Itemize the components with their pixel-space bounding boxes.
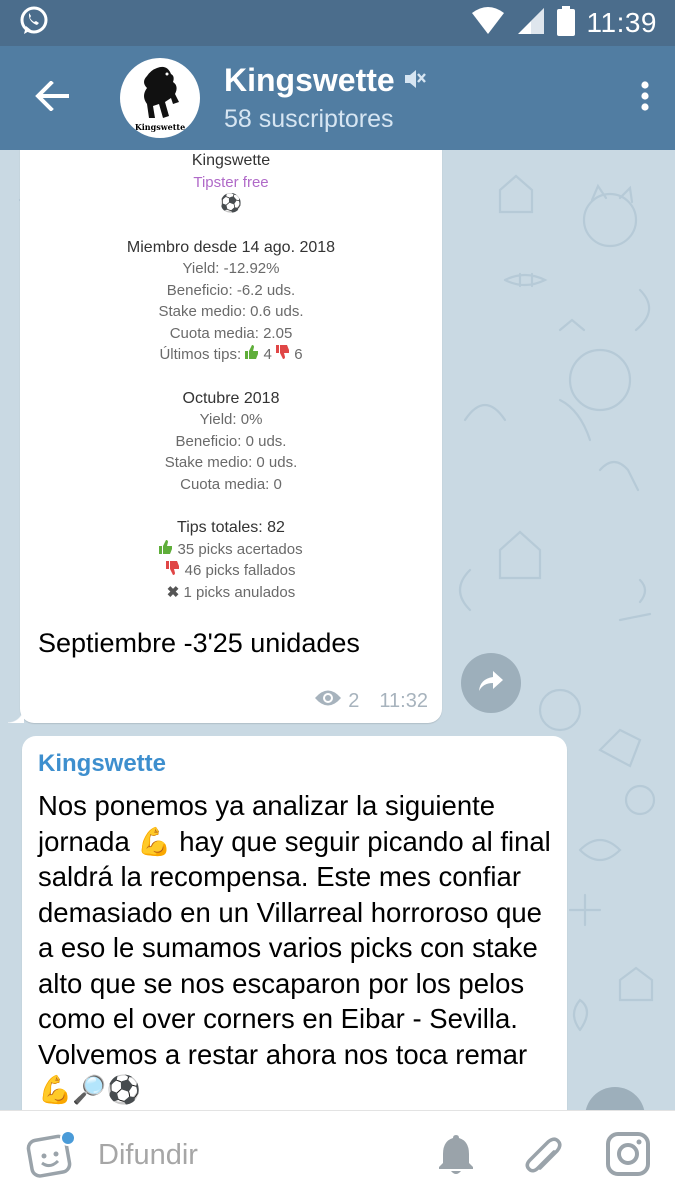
lion-logo-icon	[137, 64, 183, 124]
stats-tier: Tipster free	[193, 173, 269, 191]
channel-title: Kingswette	[224, 62, 395, 98]
picks-won: 35 picks acertados	[20, 539, 442, 561]
thumbs-down-icon	[166, 561, 184, 579]
thumbs-down-icon	[276, 345, 294, 363]
sticker-icon	[26, 1134, 74, 1182]
picks-void: ✖ 1 picks anulados	[20, 582, 442, 604]
overall-avg-stake: Stake medio: 0.6 uds.	[158, 303, 304, 320]
last-tips: Últimos tips: 4 6	[20, 344, 442, 366]
overall-avg-odds: Cuota media: 2.05	[169, 324, 293, 342]
back-button[interactable]	[0, 46, 104, 150]
avatar-caption: Kingswette	[134, 122, 186, 132]
last-tips-label: Últimos tips:	[159, 346, 242, 363]
broadcast-input[interactable]: Difundir	[98, 1139, 433, 1172]
picks-lost-text: 46 picks fallados	[184, 562, 296, 579]
message-text: Septiembre -3'25 unidades	[38, 628, 360, 658]
clock: 11:39	[586, 7, 657, 38]
message-bubble[interactable]: Kingswette Tipster free ⚽ Miembro desde …	[8, 150, 442, 723]
last-tips-won: 4	[263, 346, 272, 363]
battery-icon	[556, 6, 575, 40]
month-avg-stake: Stake medio: 0 uds.	[164, 454, 298, 471]
more-options-button[interactable]	[615, 46, 675, 150]
status-bar: 11:39	[0, 0, 675, 46]
view-count: 2	[348, 689, 360, 712]
new-indicator-dot	[60, 1129, 76, 1146]
stats-name: Kingswette	[191, 152, 271, 169]
bell-icon	[436, 1133, 476, 1179]
paperclip-icon	[522, 1132, 562, 1180]
picks-lost: 46 picks fallados	[20, 560, 442, 582]
whatsapp-icon	[18, 5, 50, 41]
camera-button[interactable]	[605, 1131, 651, 1181]
share-button[interactable]	[461, 653, 521, 713]
composer-bar: Difundir	[0, 1110, 675, 1200]
overall-yield: Yield: -12.92%	[182, 260, 280, 277]
subscriber-count: 58 suscriptores	[224, 105, 394, 133]
tipster-stats-image: Kingswette Tipster free ⚽ Miembro desde …	[20, 150, 442, 626]
thumbs-up-icon	[245, 345, 263, 363]
channel-header: Kingswette Kingswette 58 suscriptores	[0, 46, 675, 150]
month-title: Octubre 2018	[182, 389, 280, 407]
message-meta: 2 11:32	[314, 689, 428, 713]
chat-area[interactable]: Kingswette Tipster free ⚽ Miembro desde …	[0, 150, 675, 1110]
message-bubble[interactable]: Kingswette Nos ponemos ya analizar la si…	[22, 736, 567, 1110]
signal-icon	[517, 7, 545, 39]
picks-won-text: 35 picks acertados	[177, 540, 303, 558]
total-tips: Tips totales: 82	[177, 519, 285, 536]
channel-info[interactable]: Kingswette 58 suscriptores	[224, 62, 615, 134]
month-yield: Yield: 0%	[199, 411, 263, 428]
sender-name[interactable]: Kingswette	[38, 750, 166, 778]
channel-avatar[interactable]: Kingswette	[120, 58, 200, 138]
mute-toggle-button[interactable]	[433, 1133, 479, 1179]
instagram-icon	[605, 1131, 651, 1181]
message-time: 11:32	[379, 689, 428, 712]
month-profit: Beneficio: 0 uds.	[175, 432, 287, 450]
soccer-ball-icon: ⚽	[219, 193, 243, 213]
wifi-icon	[471, 7, 505, 39]
more-vert-icon	[641, 81, 649, 115]
month-avg-odds: Cuota media: 0	[180, 475, 282, 493]
back-arrow-icon	[35, 80, 69, 115]
share-arrow-icon	[477, 669, 505, 697]
muted-speaker-icon	[403, 68, 427, 94]
sticker-button[interactable]	[26, 1129, 78, 1182]
picks-void-text: 1 picks anulados	[183, 583, 296, 601]
member-since: Miembro desde 14 ago. 2018	[126, 238, 336, 256]
attach-button[interactable]	[519, 1133, 565, 1179]
thumbs-up-icon	[159, 539, 177, 558]
eye-icon	[314, 689, 342, 713]
last-tips-lost: 6	[294, 346, 303, 363]
cross-mark-icon: ✖	[166, 583, 180, 601]
overall-profit: Beneficio: -6.2 uds.	[166, 281, 296, 299]
message-text: Nos ponemos ya analizar la siguiente jor…	[38, 790, 551, 1105]
